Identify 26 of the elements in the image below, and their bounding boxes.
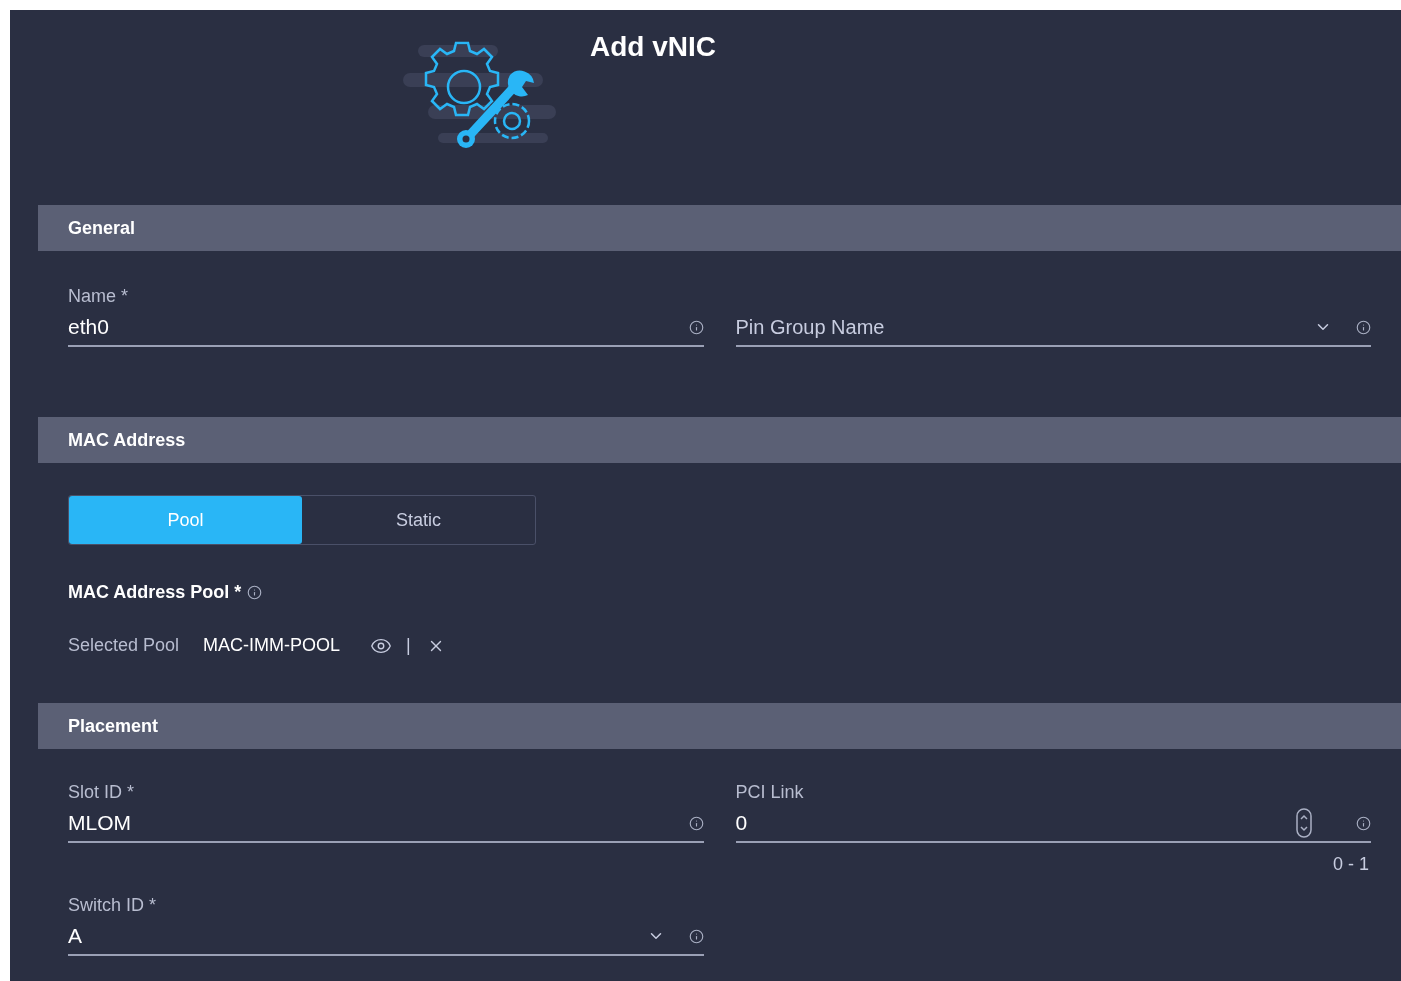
- stepper-icon[interactable]: [1296, 808, 1312, 838]
- section-header: Placement: [38, 703, 1401, 749]
- field-label: Slot ID *: [68, 781, 136, 804]
- divider-glyph: |: [406, 634, 411, 657]
- field-label: Switch ID *: [68, 894, 158, 917]
- pool-label: MAC Address Pool *: [68, 581, 242, 604]
- dialog-title: Add vNIC: [590, 33, 716, 61]
- select-field[interactable]: A: [68, 920, 635, 952]
- selected-pool-label: Selected Pool: [68, 634, 180, 657]
- select-field[interactable]: Pin Group Name: [735, 312, 1302, 342]
- info-icon[interactable]: [247, 585, 263, 600]
- range-hint: 0 - 1: [1332, 853, 1369, 876]
- input-field[interactable]: eth0: [68, 311, 677, 343]
- input-field[interactable]: 0: [735, 807, 1284, 839]
- info-icon[interactable]: [1356, 319, 1371, 335]
- selected-pool-value: MAC-IMM-POOL: [203, 634, 341, 657]
- section-header: MAC Address: [38, 417, 1401, 463]
- info-icon[interactable]: [688, 319, 704, 335]
- section-header: General: [38, 205, 1401, 251]
- info-icon[interactable]: [688, 928, 704, 944]
- toggle-tab[interactable]: Static: [302, 496, 535, 544]
- field-label: PCI Link: [735, 781, 805, 804]
- field-label: Name *: [68, 285, 130, 308]
- input-field[interactable]: MLOM: [68, 807, 677, 839]
- info-icon[interactable]: [1356, 815, 1371, 831]
- info-icon[interactable]: [688, 815, 704, 831]
